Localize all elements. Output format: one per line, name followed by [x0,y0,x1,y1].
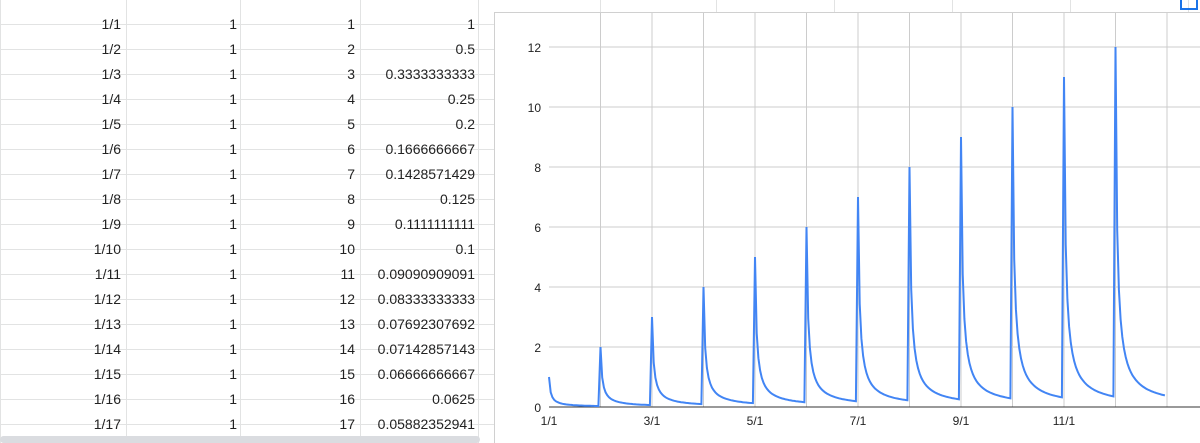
cell-quotient[interactable]: 0.05882352941 [360,412,478,437]
cell-numerator[interactable]: 1 [126,287,240,312]
cell-numerator[interactable]: 1 [126,312,240,337]
cell-quotient[interactable]: 0.0625 [360,387,478,412]
cell-numerator[interactable]: 1 [126,412,240,437]
cell-quotient[interactable]: 0.1666666667 [360,137,478,162]
x-tick-label: 7/1 [850,414,867,428]
cell-denominator[interactable]: 15 [240,362,358,387]
x-tick-label: 5/1 [747,414,764,428]
x-tick-label: 9/1 [953,414,970,428]
cell-quotient[interactable]: 0.2 [360,112,478,137]
selection-handle[interactable] [1180,0,1198,10]
cell-date[interactable]: 1/7 [0,162,124,187]
cell-quotient[interactable]: 0.5 [360,37,478,62]
cell-denominator[interactable]: 5 [240,112,358,137]
cell-denominator[interactable]: 1 [240,12,358,37]
cell-numerator[interactable]: 1 [126,237,240,262]
cell-quotient[interactable]: 0.08333333333 [360,287,478,312]
cell-denominator[interactable]: 6 [240,137,358,162]
cell-numerator[interactable]: 1 [126,262,240,287]
cell-quotient[interactable]: 0.07142857143 [360,337,478,362]
y-tick-label: 0 [534,401,541,415]
y-tick-label: 10 [528,101,542,115]
cell-denominator[interactable]: 17 [240,412,358,437]
cell-quotient[interactable]: 0.1428571429 [360,162,478,187]
y-tick-label: 6 [534,221,541,235]
cell-numerator[interactable]: 1 [126,137,240,162]
chart-svg: 0 2 4 6 8 10 12 1/1 3/1 5/1 7/1 9/1 11/1 [528,13,1200,428]
cell-numerator[interactable]: 1 [126,62,240,87]
cell-denominator[interactable]: 9 [240,212,358,237]
cell-quotient[interactable]: 1 [360,12,478,37]
cell-date[interactable]: 1/1 [0,12,124,37]
cell-numerator[interactable]: 1 [126,162,240,187]
cell-date[interactable]: 1/3 [0,62,124,87]
cell-numerator[interactable]: 1 [126,387,240,412]
cell-date[interactable]: 1/14 [0,337,124,362]
cell-quotient[interactable]: 0.1 [360,237,478,262]
cell-quotient[interactable]: 0.3333333333 [360,62,478,87]
cell-date[interactable]: 1/10 [0,237,124,262]
cell-numerator[interactable]: 1 [126,187,240,212]
cell-denominator[interactable]: 8 [240,187,358,212]
cell-date[interactable]: 1/13 [0,312,124,337]
line-chart[interactable]: 0 2 4 6 8 10 12 1/1 3/1 5/1 7/1 9/1 11/1 [494,12,1200,443]
cell-quotient[interactable]: 0.125 [360,187,478,212]
x-tick-label: 3/1 [644,414,661,428]
cell-quotient[interactable]: 0.25 [360,87,478,112]
column-divider [478,0,479,443]
cell-denominator[interactable]: 12 [240,287,358,312]
cell-date[interactable]: 1/16 [0,387,124,412]
x-tick-label: 1/1 [541,414,558,428]
x-tick-label: 11/1 [1053,414,1076,428]
cell-denominator[interactable]: 14 [240,337,358,362]
cell-numerator[interactable]: 1 [126,212,240,237]
cell-date[interactable]: 1/2 [0,37,124,62]
cell-date[interactable]: 1/9 [0,212,124,237]
cell-denominator[interactable]: 7 [240,162,358,187]
cell-numerator[interactable]: 1 [126,362,240,387]
cell-date[interactable]: 1/12 [0,287,124,312]
cell-denominator[interactable]: 16 [240,387,358,412]
cell-denominator[interactable]: 4 [240,87,358,112]
cell-date[interactable]: 1/17 [0,412,124,437]
cell-denominator[interactable]: 13 [240,312,358,337]
cell-denominator[interactable]: 11 [240,262,358,287]
cell-numerator[interactable]: 1 [126,337,240,362]
y-tick-label: 4 [534,281,541,295]
y-tick-label: 12 [528,41,542,55]
cell-quotient[interactable]: 0.09090909091 [360,262,478,287]
cell-date[interactable]: 1/5 [0,112,124,137]
cell-date[interactable]: 1/8 [0,187,124,212]
cell-quotient[interactable]: 0.1111111111 [360,212,478,237]
horizontal-scrollbar[interactable] [0,436,480,443]
cell-quotient[interactable]: 0.06666666667 [360,362,478,387]
cell-date[interactable]: 1/11 [0,262,124,287]
cell-date[interactable]: 1/15 [0,362,124,387]
cell-numerator[interactable]: 1 [126,12,240,37]
cell-quotient[interactable]: 0.07692307692 [360,312,478,337]
y-tick-label: 2 [534,341,541,355]
cell-date[interactable]: 1/6 [0,137,124,162]
cell-denominator[interactable]: 2 [240,37,358,62]
cell-numerator[interactable]: 1 [126,112,240,137]
cell-date[interactable]: 1/4 [0,87,124,112]
cell-numerator[interactable]: 1 [126,87,240,112]
cell-denominator[interactable]: 10 [240,237,358,262]
cell-denominator[interactable]: 3 [240,62,358,87]
y-tick-label: 8 [534,161,541,175]
cell-numerator[interactable]: 1 [126,37,240,62]
